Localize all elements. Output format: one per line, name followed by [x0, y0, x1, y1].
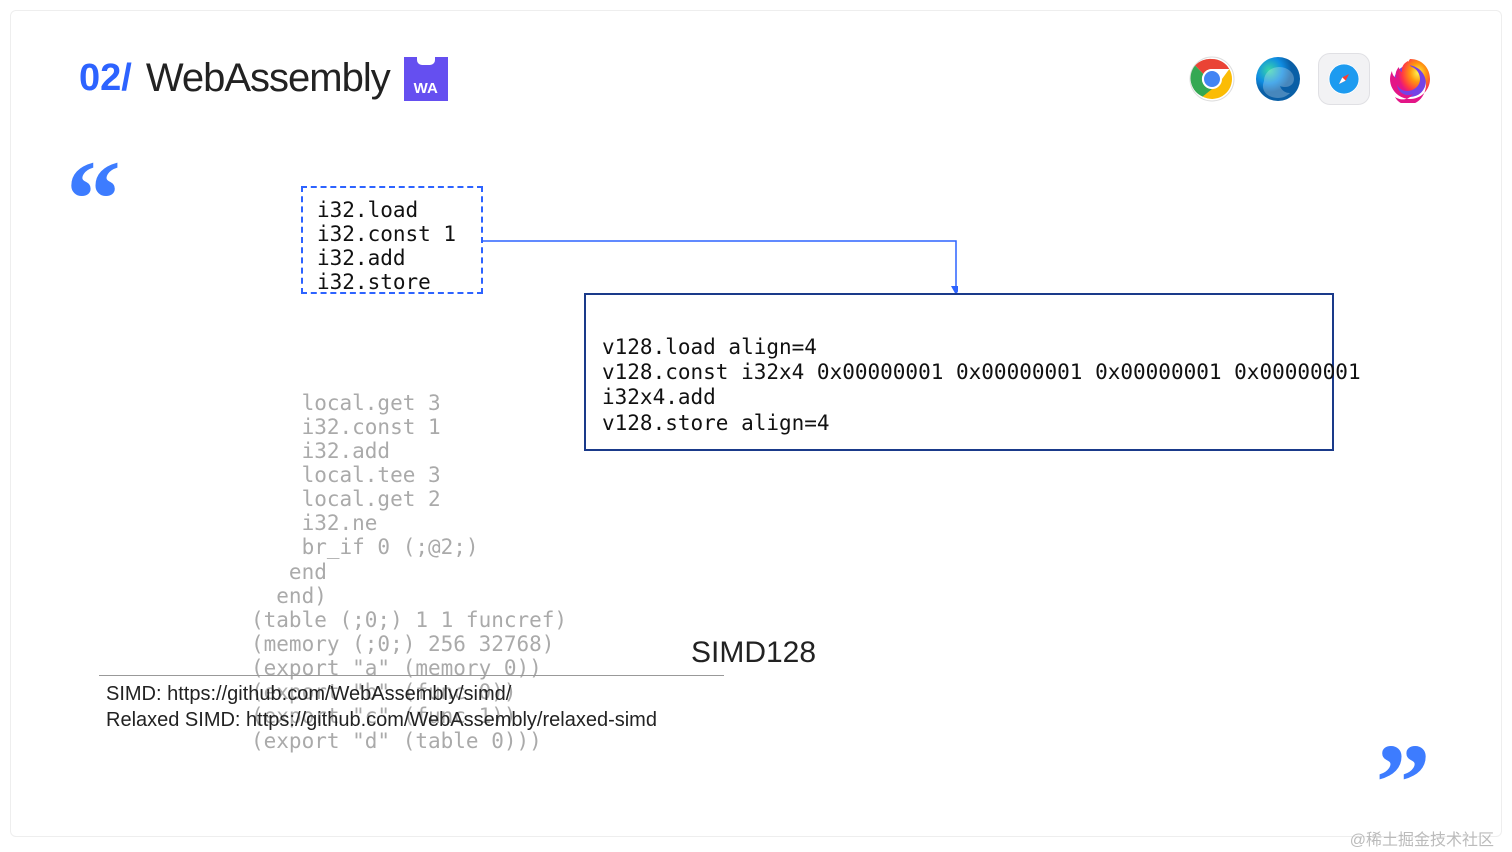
simd-code-block: v128.load align=4 v128.const i32x4 0x000…: [584, 293, 1334, 451]
slide-header: 02/ WebAssembly WA: [79, 56, 448, 101]
ref-simd: SIMD: https://github.com/WebAssembly/sim…: [106, 681, 657, 707]
highlighted-code-block: i32.load i32.const 1 i32.add i32.store: [301, 186, 483, 294]
firefox-icon: [1384, 53, 1436, 105]
ref-relaxed-simd: Relaxed SIMD: https://github.com/WebAsse…: [106, 707, 657, 733]
section-number: 02/: [79, 57, 132, 100]
edge-icon: [1252, 53, 1304, 105]
chrome-icon: [1186, 53, 1238, 105]
safari-icon: [1318, 53, 1370, 105]
quote-close-icon: “: [1376, 710, 1431, 776]
watermark: @稀土掘金技术社区: [1350, 826, 1494, 850]
quote-open-icon: “: [66, 166, 121, 232]
browser-icons: [1186, 53, 1436, 105]
divider-line: [99, 675, 724, 676]
webassembly-logo-icon: WA: [404, 57, 448, 101]
references: SIMD: https://github.com/WebAssembly/sim…: [106, 681, 657, 733]
slide-frame: 02/ WebAssembly WA “ i32.load i32.const …: [10, 10, 1502, 837]
slide-title: WebAssembly: [146, 56, 390, 101]
figure-caption: SIMD128: [691, 636, 816, 670]
